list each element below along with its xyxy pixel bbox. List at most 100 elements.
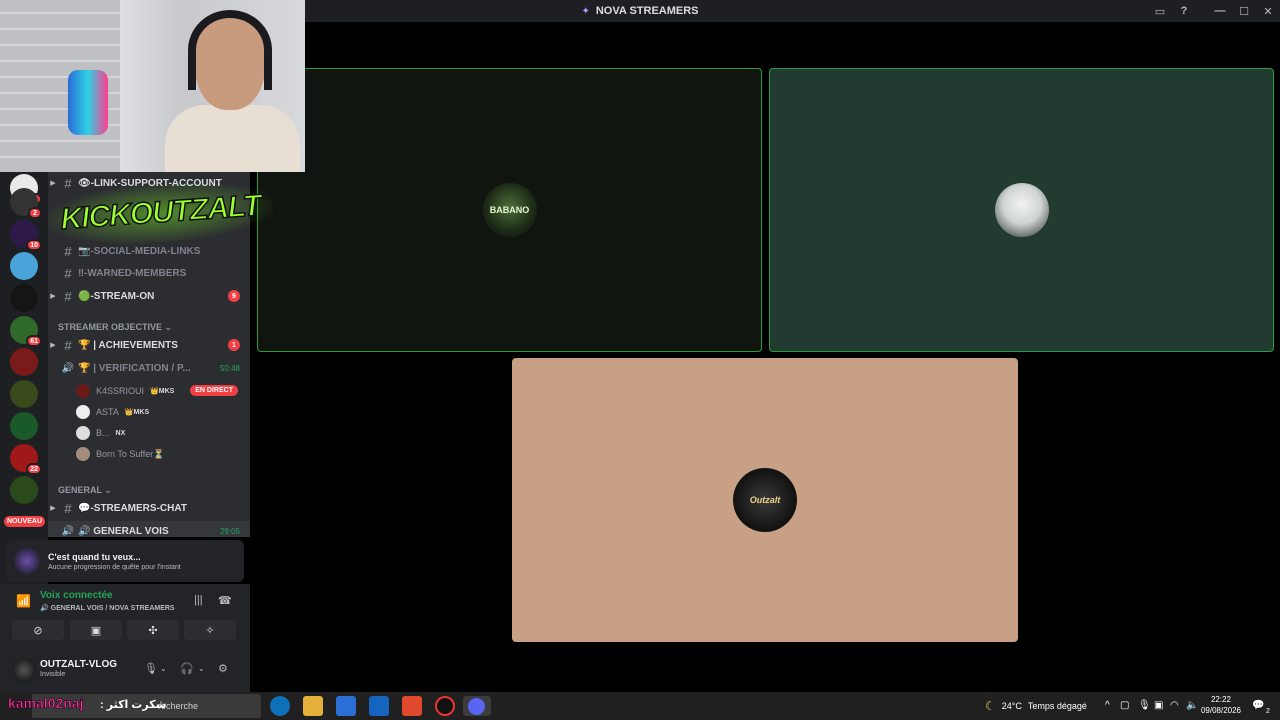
unread-badge: 2 xyxy=(28,207,42,219)
activities-button[interactable]: ✣ xyxy=(127,620,179,640)
screen-share-button[interactable]: ▣ xyxy=(70,620,122,640)
channel-label: 🔊 GENERAL VOIS xyxy=(78,525,169,537)
store-icon[interactable] xyxy=(336,696,356,716)
participant-tile-outzalt[interactable]: Outzalt xyxy=(512,358,1018,642)
voice-channel[interactable]: 🔊 GENERAL VOIS / NOVA STREAMERS xyxy=(40,604,175,612)
participant-avatar xyxy=(994,183,1049,237)
unread-badge: 22 xyxy=(26,463,42,475)
participant-tile-babano[interactable]: BABANO xyxy=(257,68,762,352)
channel-label: 🏆 | VERIFICATION / P... xyxy=(78,362,191,374)
voice-user-name: B... xyxy=(96,428,110,438)
server-icon[interactable] xyxy=(10,380,38,408)
brave-icon[interactable] xyxy=(402,696,422,716)
sparkle-icon: ✦ xyxy=(581,5,590,17)
speaker-icon: 🔊 xyxy=(61,362,75,374)
network-icon[interactable]: ▢ xyxy=(1120,700,1129,711)
voice-user[interactable]: K4SSRIOUI 👑MKS xyxy=(76,382,174,400)
chevron-right-icon: ▶ xyxy=(50,180,56,187)
channel-warned-members[interactable]: # ‼-WARNED-MEMBERS xyxy=(48,263,250,283)
voice-user-name: ASTA xyxy=(96,407,119,417)
notification-icon[interactable]: 💬 xyxy=(1252,700,1264,711)
screen-share-icon: ▣ xyxy=(90,624,102,637)
notification-count: 2 xyxy=(1266,708,1270,715)
username[interactable]: OUTZALT-VLOG xyxy=(40,659,117,670)
microphone-tray-icon[interactable]: 🎙 xyxy=(1138,700,1151,711)
mail-icon[interactable] xyxy=(369,696,389,716)
logo-text: KICKOUTZALT xyxy=(59,188,262,236)
tray-chevron-icon[interactable]: ^ xyxy=(1105,700,1110,711)
unread-badge: 61 xyxy=(26,335,42,347)
channel-general-vois[interactable]: 🔊 🔊 GENERAL VOIS 29:05 xyxy=(48,521,250,537)
signal-icon[interactable]: 📶 xyxy=(16,594,31,608)
hash-icon: # xyxy=(64,265,72,281)
chat-overlay-handle: kamal02naj xyxy=(8,695,84,712)
help-icon[interactable]: ? xyxy=(1172,0,1196,22)
server-icon[interactable]: 10 xyxy=(10,220,42,251)
mention-badge: 9 xyxy=(228,290,240,302)
chevron-right-icon: ▶ xyxy=(50,293,56,300)
avatar-label: Outzalt xyxy=(749,495,781,505)
obs-icon[interactable] xyxy=(435,696,455,716)
voice-user[interactable]: B... NX xyxy=(76,424,125,442)
unread-badge: 10 xyxy=(26,239,42,251)
server-icon[interactable]: 61 xyxy=(10,316,42,347)
server-icon[interactable]: 2 xyxy=(10,188,42,219)
maximize-button[interactable]: ☐ xyxy=(1232,0,1256,22)
server-icon[interactable] xyxy=(10,252,38,280)
hash-icon: # xyxy=(64,175,72,191)
display-icon[interactable]: ▣ xyxy=(1154,700,1163,711)
discord-icon xyxy=(468,698,485,715)
category-general[interactable]: GENERAL ⌄ xyxy=(58,485,112,496)
disconnect-icon[interactable]: ☎ xyxy=(218,594,232,607)
webcam-overlay xyxy=(0,0,305,172)
server-icon[interactable] xyxy=(10,476,38,504)
chevron-right-icon: ▶ xyxy=(50,505,56,512)
voice-user[interactable]: ASTA 👑MKS xyxy=(76,403,149,421)
server-icon[interactable] xyxy=(10,284,38,312)
weather-widget[interactable]: ☾ 24°C Temps dégagé xyxy=(985,699,1087,713)
hash-icon: # xyxy=(64,500,72,516)
system-clock[interactable]: 22:22 09/08/2026 xyxy=(1200,694,1242,716)
quest-icon xyxy=(14,548,40,574)
participant-avatar: Outzalt xyxy=(733,468,797,532)
participant-tile-2[interactable] xyxy=(769,68,1274,352)
edge-icon[interactable] xyxy=(270,696,290,716)
taskbar: recherche xyxy=(0,692,1280,720)
weather-temp: 24°C xyxy=(1001,701,1022,711)
avatar xyxy=(76,426,90,440)
chevron-right-icon: ▶ xyxy=(50,342,56,349)
inbox-icon[interactable]: ▭ xyxy=(1148,0,1172,22)
chevron-down-icon[interactable]: ⌄ xyxy=(198,664,205,673)
gear-icon[interactable]: ⚙ xyxy=(218,662,228,675)
chevron-down-icon[interactable]: ⌄ xyxy=(160,664,167,673)
server-icon[interactable] xyxy=(10,348,38,376)
file-explorer-icon[interactable] xyxy=(303,696,323,716)
channel-label: 📷-SOCIAL-MEDIA-LINKS xyxy=(78,245,201,257)
category-streamer-objective[interactable]: STREAMER OBJECTIVE ⌄ xyxy=(58,322,172,333)
minimize-button[interactable]: — xyxy=(1208,0,1232,22)
streamer-figure xyxy=(160,10,300,172)
voice-timer: 50:48 xyxy=(219,363,240,373)
server-icon[interactable] xyxy=(10,412,38,440)
volume-icon[interactable]: 🔈 xyxy=(1186,700,1198,711)
discord-taskbar-button[interactable] xyxy=(463,696,491,716)
channel-streamers-chat[interactable]: ▶ # 💬-STREAMERS-CHAT xyxy=(48,498,250,518)
noise-suppression-icon[interactable]: ||| xyxy=(194,594,203,606)
channel-verification-voice[interactable]: 🔊 🏆 | VERIFICATION / P... 50:48 xyxy=(48,358,250,378)
soundboard-button[interactable]: ✧ xyxy=(184,620,236,640)
wifi-icon[interactable]: ◠ xyxy=(1170,700,1179,711)
server-icon[interactable]: 22 xyxy=(10,444,42,475)
avatar[interactable] xyxy=(12,658,36,682)
avatar xyxy=(76,405,90,419)
channel-stream-on[interactable]: ▶ # 🟢-STREAM-ON 9 xyxy=(48,286,250,306)
headphones-icon[interactable]: 🎧 xyxy=(180,662,194,675)
voice-user[interactable]: Born To Suffer⏳ xyxy=(76,445,164,463)
voice-status[interactable]: Voix connectée xyxy=(40,590,113,601)
camera-off-button[interactable]: ⊘ xyxy=(12,620,64,640)
voice-user-name: Born To Suffer⏳ xyxy=(96,448,165,459)
rgb-lamp xyxy=(68,70,108,135)
microphone-icon[interactable]: 🎙 xyxy=(144,662,158,675)
channel-achievements[interactable]: ▶ # 🏆 | ACHIEVEMENTS 1 xyxy=(48,335,250,355)
close-button[interactable]: ✕ xyxy=(1256,0,1280,22)
quest-panel[interactable]: C'est quand tu veux... Aucune progressio… xyxy=(6,540,244,582)
